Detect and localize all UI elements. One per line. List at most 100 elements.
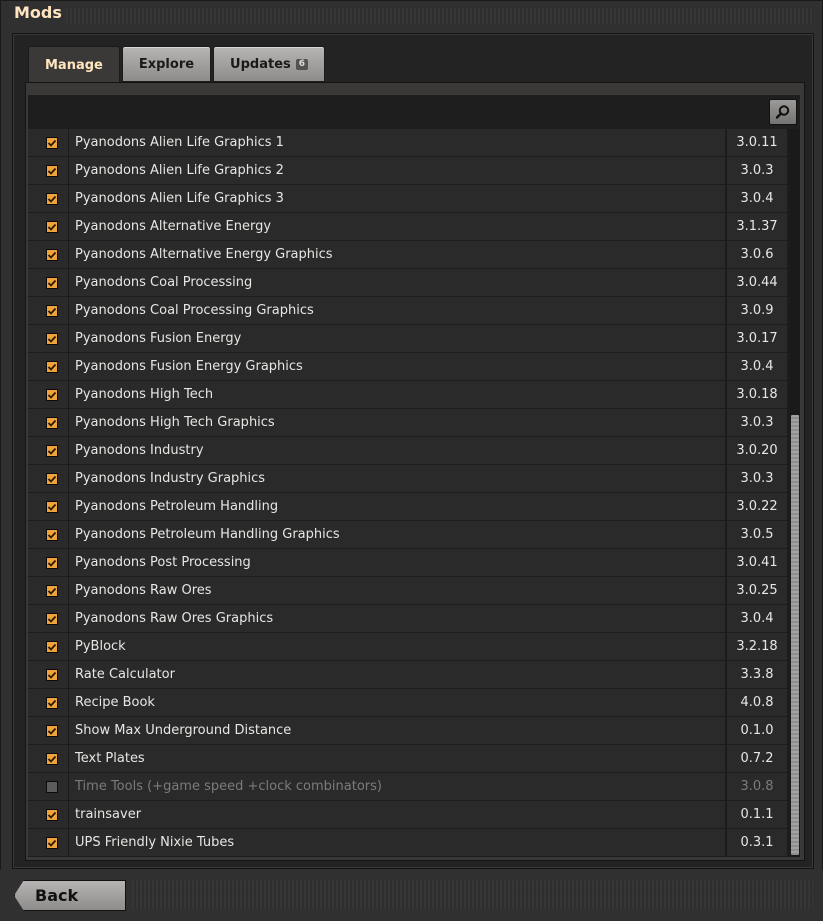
mod-name: Pyanodons High Tech	[69, 381, 725, 408]
checkmark-icon	[47, 307, 57, 315]
mod-enabled-checkbox[interactable]	[46, 697, 58, 709]
mod-enabled-checkbox[interactable]	[46, 753, 58, 765]
checkmark-icon	[47, 139, 57, 147]
mod-enabled-checkbox[interactable]	[46, 501, 58, 513]
mod-enabled-cell	[28, 157, 68, 184]
mod-name: Pyanodons Petroleum Handling	[69, 493, 725, 520]
checkmark-icon	[47, 671, 57, 679]
mod-enabled-checkbox[interactable]	[46, 277, 58, 289]
mod-name: Pyanodons Industry Graphics	[69, 465, 725, 492]
mod-row[interactable]: Pyanodons Alien Life Graphics 2 3.0.3	[28, 157, 788, 185]
mod-enabled-checkbox[interactable]	[46, 473, 58, 485]
checkmark-icon	[47, 587, 57, 595]
mod-row[interactable]: Pyanodons Petroleum Handling 3.0.22	[28, 493, 788, 521]
mods-frame: Manage Explore Updates 6 Pyanodons Alien…	[12, 33, 814, 869]
tab-explore[interactable]: Explore	[121, 46, 212, 82]
checkmark-icon	[47, 615, 57, 623]
back-button[interactable]: Back	[14, 880, 126, 911]
tab-bar: Manage Explore Updates 6	[28, 46, 326, 83]
mod-version: 3.1.37	[727, 213, 787, 240]
footer-drag-handle[interactable]	[132, 880, 813, 910]
mod-row[interactable]: Pyanodons Post Processing 3.0.41	[28, 549, 788, 577]
mod-enabled-checkbox[interactable]	[46, 669, 58, 681]
scrollbar-thumb[interactable]	[791, 415, 799, 855]
tab-updates[interactable]: Updates 6	[213, 46, 326, 82]
mod-enabled-checkbox[interactable]	[46, 585, 58, 597]
mod-version: 3.0.11	[727, 129, 787, 156]
mod-row[interactable]: Pyanodons Alternative Energy Graphics 3.0…	[28, 241, 788, 269]
checkmark-icon	[47, 279, 57, 287]
mod-enabled-checkbox[interactable]	[46, 305, 58, 317]
mod-row[interactable]: Pyanodons Alien Life Graphics 1 3.0.11	[28, 129, 788, 157]
checkmark-icon	[47, 223, 57, 231]
mod-name: Pyanodons Post Processing	[69, 549, 725, 576]
mod-row[interactable]: Pyanodons Raw Ores 3.0.25	[28, 577, 788, 605]
mod-row[interactable]: Pyanodons Raw Ores Graphics 3.0.4	[28, 605, 788, 633]
mod-enabled-checkbox[interactable]	[46, 137, 58, 149]
title-drag-handle[interactable]	[66, 8, 813, 24]
mod-row[interactable]: Pyanodons High Tech 3.0.18	[28, 381, 788, 409]
mod-enabled-checkbox[interactable]	[46, 613, 58, 625]
tab-label: Manage	[45, 57, 103, 73]
mod-row[interactable]: Pyanodons Fusion Energy 3.0.17	[28, 325, 788, 353]
search-icon	[775, 105, 790, 119]
mod-enabled-checkbox[interactable]	[46, 417, 58, 429]
mod-row[interactable]: Pyanodons High Tech Graphics 3.0.3	[28, 409, 788, 437]
mod-row[interactable]: PyBlock 3.2.18	[28, 633, 788, 661]
checkmark-icon	[47, 447, 57, 455]
mod-row[interactable]: trainsaver 0.1.1	[28, 801, 788, 829]
mod-version: 3.0.41	[727, 549, 787, 576]
mod-row[interactable]: Pyanodons Alien Life Graphics 3 3.0.4	[28, 185, 788, 213]
mod-row[interactable]: Pyanodons Coal Processing Graphics 3.0.9	[28, 297, 788, 325]
mod-row[interactable]: Pyanodons Industry 3.0.20	[28, 437, 788, 465]
mod-version: 0.3.1	[727, 829, 787, 856]
mod-enabled-checkbox[interactable]	[46, 249, 58, 261]
mod-enabled-checkbox[interactable]	[46, 333, 58, 345]
mod-enabled-checkbox[interactable]	[46, 221, 58, 233]
mod-enabled-cell	[28, 325, 68, 352]
mod-row[interactable]: Time Tools (+game speed +clock combinato…	[28, 773, 788, 801]
mod-enabled-checkbox[interactable]	[46, 557, 58, 569]
mod-row[interactable]: Pyanodons Alternative Energy 3.1.37	[28, 213, 788, 241]
checkmark-icon	[47, 839, 57, 847]
mod-enabled-cell	[28, 633, 68, 660]
mod-name: Pyanodons Raw Ores	[69, 577, 725, 604]
mod-name: Pyanodons Raw Ores Graphics	[69, 605, 725, 632]
mod-enabled-checkbox[interactable]	[46, 781, 58, 793]
mod-version: 3.0.17	[727, 325, 787, 352]
mod-enabled-cell	[28, 269, 68, 296]
mod-enabled-checkbox[interactable]	[46, 725, 58, 737]
mod-name: Time Tools (+game speed +clock combinato…	[69, 773, 725, 800]
scrollbar[interactable]	[790, 129, 800, 857]
mod-enabled-checkbox[interactable]	[46, 445, 58, 457]
tab-manage[interactable]: Manage	[28, 46, 120, 83]
mod-row[interactable]: Pyanodons Coal Processing 3.0.44	[28, 269, 788, 297]
mod-row[interactable]: Show Max Underground Distance 0.1.0	[28, 717, 788, 745]
mod-row[interactable]: Recipe Book 4.0.8	[28, 689, 788, 717]
mod-enabled-checkbox[interactable]	[46, 193, 58, 205]
mod-row[interactable]: UPS Friendly Nixie Tubes 0.3.1	[28, 829, 788, 857]
search-button[interactable]	[769, 99, 797, 125]
mod-row[interactable]: Text Plates 0.7.2	[28, 745, 788, 773]
mod-row[interactable]: Pyanodons Industry Graphics 3.0.3	[28, 465, 788, 493]
mod-enabled-checkbox[interactable]	[46, 529, 58, 541]
mod-version: 3.0.3	[727, 157, 787, 184]
mod-row[interactable]: Pyanodons Petroleum Handling Graphics 3.0…	[28, 521, 788, 549]
mod-enabled-cell	[28, 605, 68, 632]
checkmark-icon	[47, 503, 57, 511]
mod-enabled-cell	[28, 409, 68, 436]
mod-enabled-cell	[28, 689, 68, 716]
mod-enabled-checkbox[interactable]	[46, 809, 58, 821]
mod-enabled-checkbox[interactable]	[46, 641, 58, 653]
mod-enabled-checkbox[interactable]	[46, 837, 58, 849]
checkmark-icon	[47, 559, 57, 567]
tab-label: Updates	[230, 56, 291, 72]
mod-enabled-checkbox[interactable]	[46, 389, 58, 401]
mod-version: 3.0.44	[727, 269, 787, 296]
mod-row[interactable]: Rate Calculator 3.3.8	[28, 661, 788, 689]
mod-enabled-checkbox[interactable]	[46, 165, 58, 177]
mod-row[interactable]: Pyanodons Fusion Energy Graphics 3.0.4	[28, 353, 788, 381]
mod-enabled-checkbox[interactable]	[46, 361, 58, 373]
mod-version: 3.0.3	[727, 409, 787, 436]
mod-enabled-cell	[28, 521, 68, 548]
